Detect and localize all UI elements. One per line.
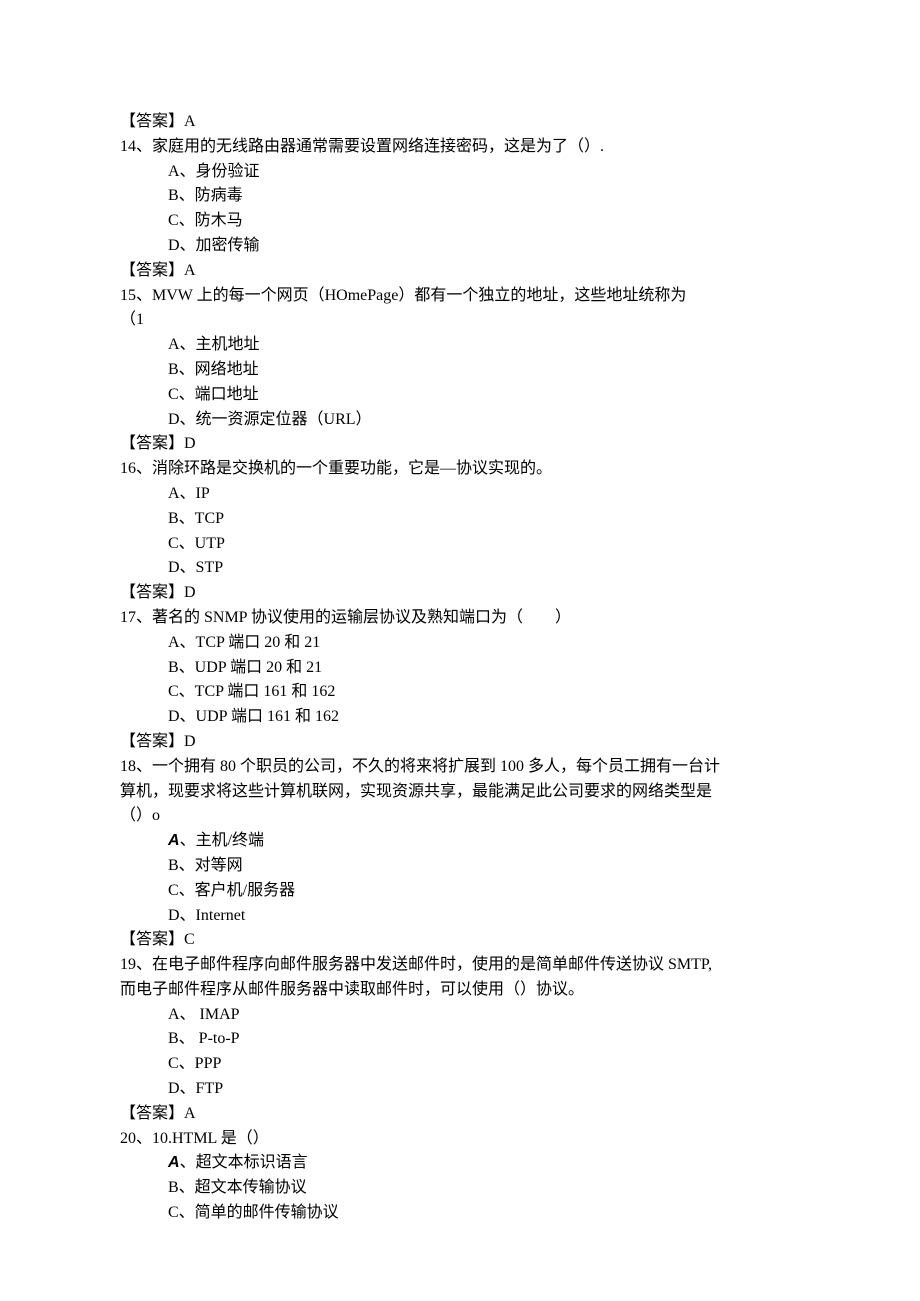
answer-label: 【答案】: [120, 1105, 184, 1122]
option-a: A、主机地址: [120, 333, 800, 358]
option-b: B、TCP: [120, 507, 800, 532]
answer-label: 【答案】: [120, 931, 184, 948]
question-stem: 20、10.HTML 是（）: [120, 1127, 800, 1152]
answer-label: 【答案】: [120, 584, 184, 601]
option-c: C、客户机/服务器: [120, 879, 800, 904]
option-c: C、简单的邮件传输协议: [120, 1201, 800, 1226]
option-a-rest: 、主机/终端: [180, 832, 264, 849]
option-a: A、IP: [120, 482, 800, 507]
option-c: C、PPP: [120, 1052, 800, 1077]
option-a: A、TCP 端口 20 和 21: [120, 631, 800, 656]
answer-value: A: [184, 1105, 196, 1122]
question-stem-cont: （）o: [120, 804, 800, 829]
question-stem: 19、在电子邮件程序向邮件服务器中发送邮件时，使用的是简单邮件传送协议 SMTP…: [120, 953, 800, 978]
answer-line: 【答案】A: [120, 110, 800, 135]
option-b: B、对等网: [120, 854, 800, 879]
question-stem-cont: （1: [120, 308, 800, 333]
option-d: D、统一资源定位器（URL）: [120, 408, 800, 433]
option-c: C、TCP 端口 161 和 162: [120, 680, 800, 705]
question-stem-cont: 而电子邮件程序从邮件服务器中读取邮件时，可以使用（）协议。: [120, 978, 800, 1003]
answer-line: 【答案】D: [120, 432, 800, 457]
option-d: D、STP: [120, 556, 800, 581]
answer-value: D: [184, 584, 196, 601]
answer-line: 【答案】A: [120, 1102, 800, 1127]
option-c: C、UTP: [120, 532, 800, 557]
option-a-prefix: A: [168, 832, 180, 849]
option-a: A、超文本标识语言: [120, 1151, 800, 1176]
option-c: C、端口地址: [120, 383, 800, 408]
option-b: B、 P-to-P: [120, 1027, 800, 1052]
question-stem: 14、家庭用的无线路由器通常需要设置网络连接密码，这是为了（）.: [120, 135, 800, 160]
answer-line: 【答案】A: [120, 259, 800, 284]
answer-line: 【答案】D: [120, 581, 800, 606]
option-a: A、 IMAP: [120, 1003, 800, 1028]
answer-value: D: [184, 733, 196, 750]
question-stem-cont: 算机，现要求将这些计算机联网，实现资源共享，最能满足此公司要求的网络类型是: [120, 780, 800, 805]
option-b: B、超文本传输协议: [120, 1176, 800, 1201]
option-b: B、网络地址: [120, 358, 800, 383]
option-b: B、防病毒: [120, 184, 800, 209]
option-a-rest: 、超文本标识语言: [180, 1154, 308, 1171]
option-a-prefix: A: [168, 1154, 180, 1171]
question-stem: 15、MVW 上的每一个网页（HOmePage）都有一个独立的地址，这些地址统称…: [120, 284, 800, 309]
answer-value: A: [184, 113, 196, 130]
option-c: C、防木马: [120, 209, 800, 234]
option-d: D、UDP 端口 161 和 162: [120, 705, 800, 730]
answer-value: A: [184, 262, 196, 279]
option-d: D、加密传输: [120, 234, 800, 259]
option-b: B、UDP 端口 20 和 21: [120, 656, 800, 681]
option-a: A、身份验证: [120, 160, 800, 185]
answer-label: 【答案】: [120, 733, 184, 750]
document-page: 【答案】A 14、家庭用的无线路由器通常需要设置网络连接密码，这是为了（）. A…: [0, 0, 920, 1301]
answer-label: 【答案】: [120, 113, 184, 130]
question-stem: 18、一个拥有 80 个职员的公司，不久的将来将扩展到 100 多人，每个员工拥…: [120, 755, 800, 780]
option-d: D、Internet: [120, 904, 800, 929]
option-a: A、主机/终端: [120, 829, 800, 854]
answer-line: 【答案】D: [120, 730, 800, 755]
answer-value: C: [184, 931, 195, 948]
question-stem: 16、消除环路是交换机的一个重要功能，它是—协议实现的。: [120, 457, 800, 482]
option-d: D、FTP: [120, 1077, 800, 1102]
answer-label: 【答案】: [120, 262, 184, 279]
answer-value: D: [184, 435, 196, 452]
question-stem: 17、著名的 SNMP 协议使用的运输层协议及熟知端口为（ ）: [120, 606, 800, 631]
answer-line: 【答案】C: [120, 928, 800, 953]
answer-label: 【答案】: [120, 435, 184, 452]
